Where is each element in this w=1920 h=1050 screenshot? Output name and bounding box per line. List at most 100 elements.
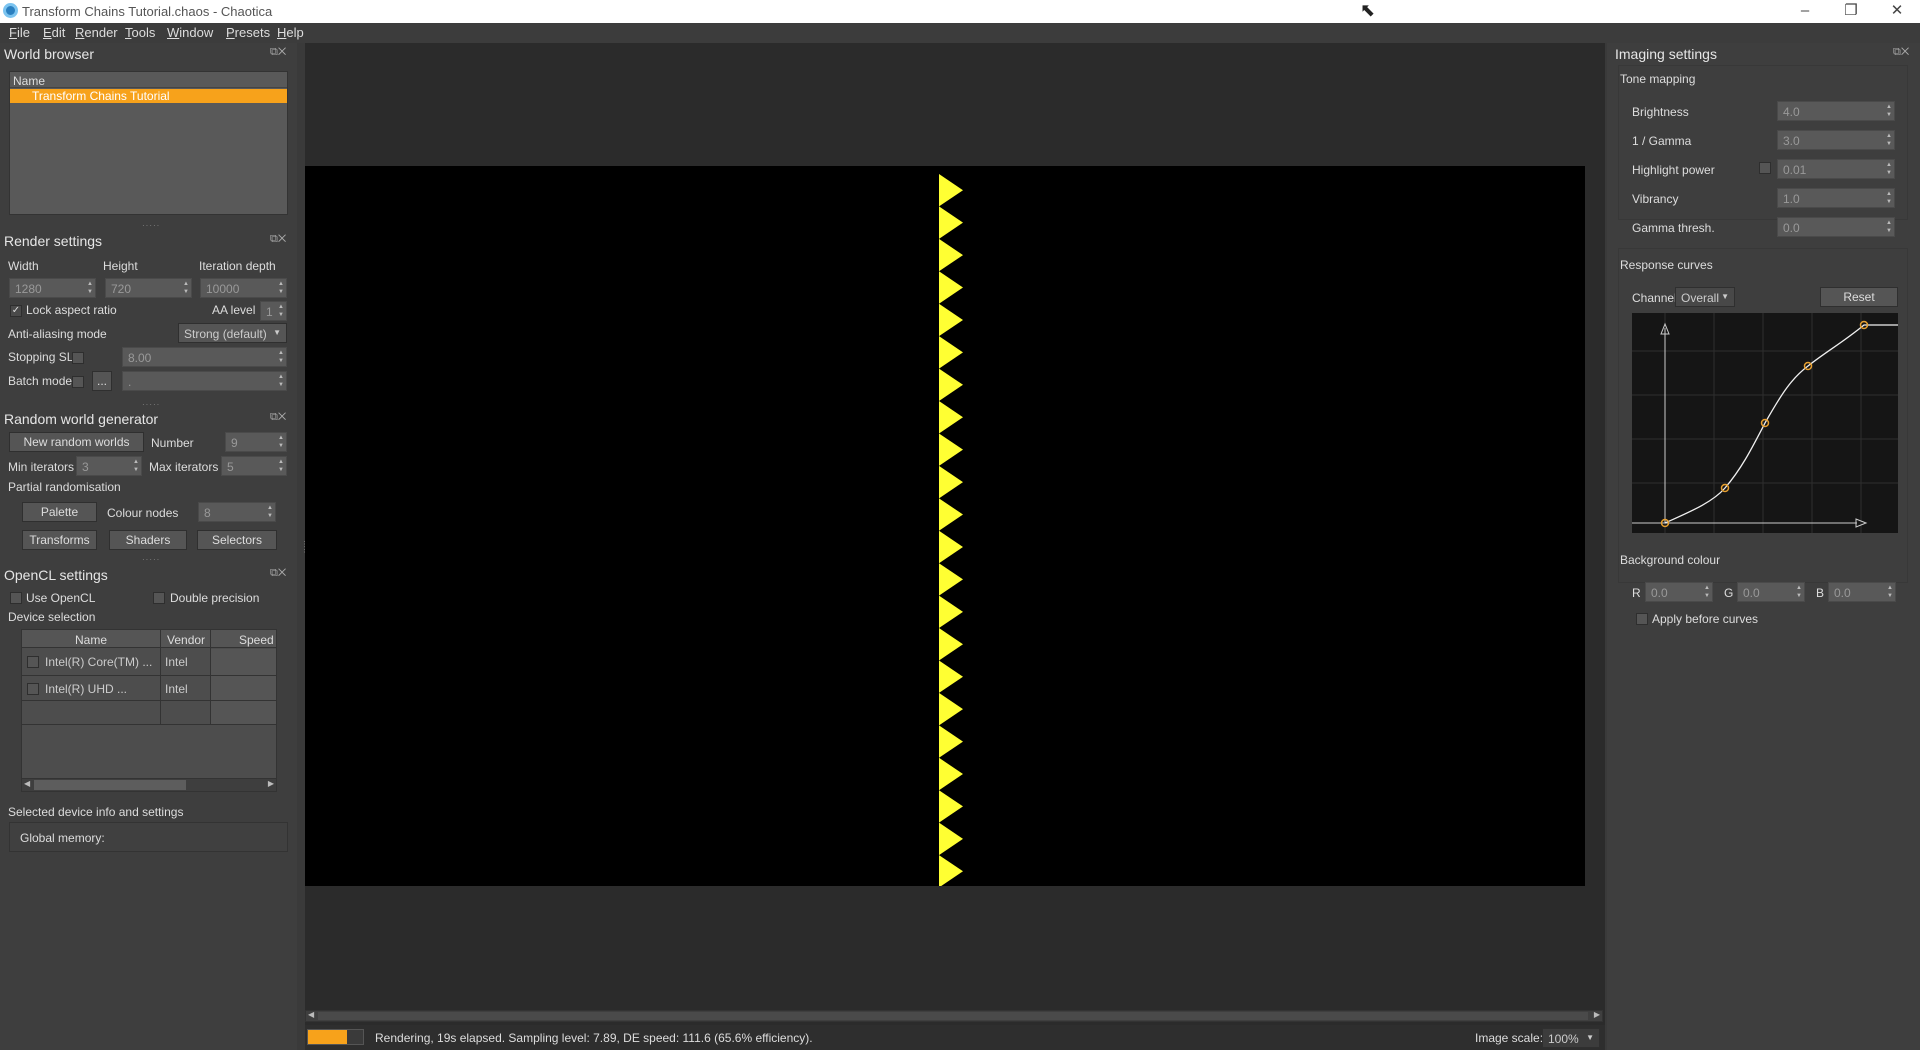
rendered-triangle xyxy=(939,498,963,531)
world-list-item[interactable]: Transform Chains Tutorial xyxy=(10,89,287,103)
batch-browse-button[interactable]: ... xyxy=(92,371,112,391)
col-speed[interactable]: Speed xyxy=(239,633,274,647)
bg-g-spinbox[interactable]: 0.0 xyxy=(1737,582,1805,602)
world-list[interactable]: Name Transform Chains Tutorial xyxy=(9,71,288,215)
device-checkbox[interactable] xyxy=(27,683,39,695)
transforms-button[interactable]: Transforms xyxy=(22,530,97,550)
splitter-handle[interactable]: ····· xyxy=(142,221,160,230)
brightness-spinbox[interactable]: 4.0 xyxy=(1777,101,1895,121)
apply-before-curves-checkbox[interactable] xyxy=(1636,613,1648,625)
maximize-button[interactable]: ❐ xyxy=(1828,0,1874,23)
partial-randomisation-label: Partial randomisation xyxy=(8,480,121,494)
apply-before-curves-label: Apply before curves xyxy=(1652,612,1759,626)
render-progress-bar xyxy=(307,1029,364,1045)
device-info-box: Global memory: xyxy=(9,822,288,852)
menu-help[interactable]: Help xyxy=(277,25,304,40)
menu-render[interactable]: Render xyxy=(75,25,118,40)
rendered-triangle xyxy=(939,790,963,823)
device-table-hscrollbar[interactable]: ◀ ▶ xyxy=(22,778,276,791)
min-iterators-spinbox[interactable]: 3 xyxy=(76,456,142,476)
scroll-right-icon[interactable]: ▶ xyxy=(1594,1010,1600,1019)
rendered-triangle xyxy=(939,757,963,791)
col-name[interactable]: Name xyxy=(75,633,107,647)
highlight-power-checkbox[interactable] xyxy=(1759,162,1771,174)
close-button[interactable]: ✕ xyxy=(1874,0,1920,23)
vibrancy-label: Vibrancy xyxy=(1632,192,1679,206)
aa-mode-select[interactable]: Strong (default) xyxy=(178,323,287,343)
highlight-power-spinbox[interactable]: 0.01 xyxy=(1777,159,1895,179)
lock-aspect-label: Lock aspect ratio xyxy=(26,303,117,317)
max-iterators-spinbox[interactable]: 5 xyxy=(221,456,287,476)
panel-float-close-icons[interactable]: ⧉✕ xyxy=(270,411,286,424)
stopping-sl-spinbox[interactable]: 8.00 xyxy=(122,347,287,367)
rendered-triangle xyxy=(939,595,963,629)
bg-r-spinbox[interactable]: 0.0 xyxy=(1645,582,1713,602)
width-spinbox[interactable]: 1280 xyxy=(9,278,96,298)
reset-curves-button[interactable]: Reset xyxy=(1820,287,1898,307)
new-random-worlds-button[interactable]: New random worlds xyxy=(9,432,144,452)
curve-editor[interactable] xyxy=(1632,313,1898,533)
stopping-sl-checkbox[interactable] xyxy=(72,352,84,364)
colour-nodes-label: Colour nodes xyxy=(107,506,179,520)
splitter-handle[interactable]: ····· xyxy=(142,400,160,409)
menu-file[interactable]: File xyxy=(9,25,30,40)
menu-tools[interactable]: Tools xyxy=(125,25,155,40)
double-precision-checkbox[interactable] xyxy=(153,592,165,604)
world-browser-title: World browser xyxy=(4,46,94,62)
height-spinbox[interactable]: 720 xyxy=(105,278,192,298)
device-table[interactable]: Name Vendor Speed Intel(R) Core(TM) ... … xyxy=(21,629,277,792)
aa-level-spinbox[interactable]: 1 xyxy=(260,301,287,321)
colour-nodes-spinbox[interactable]: 8 xyxy=(198,502,276,522)
lock-aspect-checkbox[interactable]: ✓ xyxy=(10,305,22,317)
min-iterators-label: Min iterators xyxy=(8,460,75,474)
rendered-triangle xyxy=(939,433,963,466)
shaders-button[interactable]: Shaders xyxy=(109,530,187,550)
panel-float-close-icons[interactable]: ⧉✕ xyxy=(270,233,286,246)
render-view[interactable]: ◀ ▶ Rendering, 19s elapsed. Sampling lev… xyxy=(305,43,1605,1050)
palette-button[interactable]: Palette xyxy=(22,502,97,522)
depth-spinbox[interactable]: 10000 xyxy=(200,278,287,298)
response-curve-graph[interactable] xyxy=(1632,313,1898,533)
mouse-cursor-icon: ⬉ xyxy=(1360,0,1376,20)
scroll-right-icon[interactable]: ▶ xyxy=(268,779,274,788)
left-splitter-handle[interactable]: ····· xyxy=(300,540,309,553)
splitter-handle[interactable]: ····· xyxy=(142,555,160,564)
image-scale-select[interactable]: 100% xyxy=(1542,1028,1600,1048)
device-checkbox[interactable] xyxy=(27,656,39,668)
bg-b-spinbox[interactable]: 0.0 xyxy=(1828,582,1896,602)
minimize-button[interactable]: – xyxy=(1782,0,1828,23)
menu-bar: File Edit Render Tools Window Presets He… xyxy=(0,23,1920,43)
gamma-thresh-label: Gamma thresh. xyxy=(1632,221,1715,235)
channel-select[interactable]: Overall xyxy=(1675,287,1735,307)
use-opencl-checkbox[interactable] xyxy=(10,592,22,604)
device-selection-label: Device selection xyxy=(8,610,96,624)
rendered-triangle xyxy=(939,822,963,856)
tone-mapping-label: Tone mapping xyxy=(1620,72,1696,86)
batch-path-input[interactable]: . xyxy=(122,371,287,391)
view-hscrollbar[interactable]: ◀ ▶ xyxy=(305,1010,1603,1022)
col-vendor[interactable]: Vendor xyxy=(167,633,205,647)
image-scale-label: Image scale: xyxy=(1475,1031,1544,1045)
render-canvas[interactable] xyxy=(305,166,1585,886)
menu-presets[interactable]: Presets xyxy=(226,25,270,40)
gamma-spinbox[interactable]: 3.0 xyxy=(1777,130,1895,150)
panel-float-close-icons[interactable]: ⧉✕ xyxy=(270,46,286,59)
vibrancy-spinbox[interactable]: 1.0 xyxy=(1777,188,1895,208)
render-progress-fill xyxy=(308,1030,347,1044)
width-label: Width xyxy=(8,259,39,273)
number-spinbox[interactable]: 9 xyxy=(225,432,287,452)
panel-float-close-icons[interactable]: ⧉✕ xyxy=(1893,46,1909,59)
scroll-left-icon[interactable]: ◀ xyxy=(308,1010,314,1019)
menu-edit[interactable]: Edit xyxy=(43,25,65,40)
menu-window[interactable]: Window xyxy=(167,25,213,40)
batch-mode-label: Batch mode xyxy=(8,374,73,388)
scroll-left-icon[interactable]: ◀ xyxy=(24,779,30,788)
panel-float-close-icons[interactable]: ⧉✕ xyxy=(270,567,286,580)
aa-level-label: AA level xyxy=(212,303,256,317)
batch-mode-checkbox[interactable] xyxy=(72,376,84,388)
highlight-power-label: Highlight power xyxy=(1632,163,1715,177)
gamma-thresh-spinbox[interactable]: 0.0 xyxy=(1777,217,1895,237)
rendered-triangle xyxy=(939,174,963,207)
selectors-button[interactable]: Selectors xyxy=(197,530,277,550)
rendered-triangle xyxy=(939,563,963,596)
